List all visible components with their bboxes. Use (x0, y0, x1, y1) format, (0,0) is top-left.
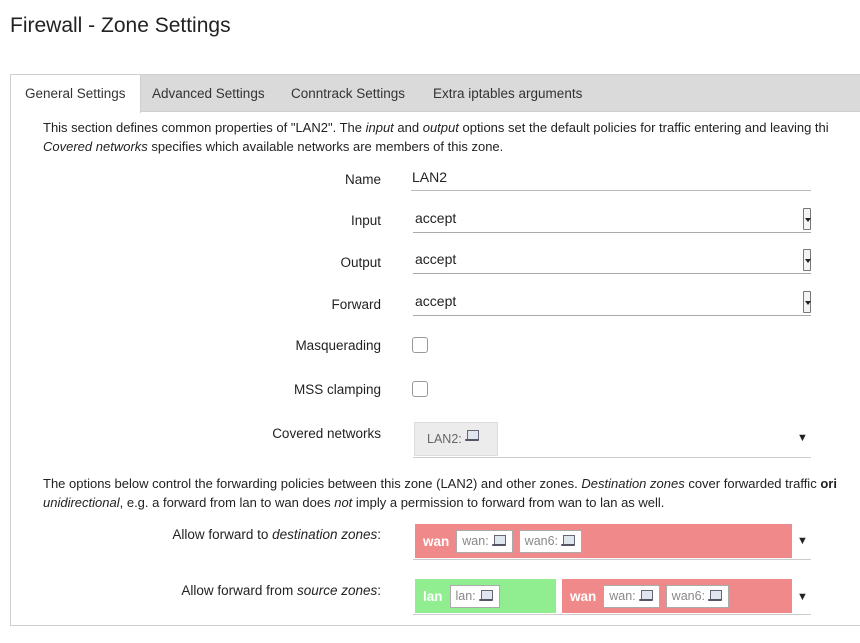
network-chip-label: wan: (462, 533, 489, 548)
zone-name: lan (423, 588, 443, 604)
source-zones-underline (413, 614, 811, 615)
name-label: Name (344, 172, 381, 187)
source-zones-dropdown-icon[interactable]: ▼ (797, 591, 808, 603)
input-policy-value: accept (415, 210, 457, 226)
tab-conntrack-settings[interactable]: Conntrack Settings (277, 75, 419, 113)
tab-general-settings[interactable]: General Settings (11, 75, 141, 113)
covered-network-chip[interactable]: LAN2: (414, 422, 498, 456)
dest-zones-field[interactable]: wan wan: wan6: (415, 524, 811, 558)
network-icon (464, 429, 480, 443)
mss-clamping-checkbox[interactable] (412, 381, 428, 397)
zone-name: wan (570, 588, 597, 604)
zone-badge-wan[interactable]: wan wan: wan6: (415, 524, 792, 558)
desc-em-unidirectional: unidirectional (43, 495, 120, 510)
source-zones-field[interactable]: lan lan: wan wan: wan6: (415, 579, 811, 613)
source-zones-label-colon: : (377, 583, 381, 598)
general-description: This section defines common properties o… (43, 118, 860, 156)
desc-em-input: input (365, 120, 394, 135)
tab-extra-iptables-arguments[interactable]: Extra iptables arguments (419, 75, 596, 113)
covered-networks-dropdown-icon[interactable]: ▼ (797, 432, 808, 444)
network-chip-wan6: wan6: (665, 584, 730, 608)
dest-zones-label-em: destination zones (272, 527, 378, 542)
select-arrow-icon (803, 291, 811, 313)
tab-advanced-settings[interactable]: Advanced Settings (138, 75, 279, 113)
page-title: Firewall - Zone Settings (10, 14, 231, 37)
desc-em-output: output (422, 120, 459, 135)
zone-settings-panel: General Settings Advanced Settings Connt… (10, 74, 860, 626)
dest-zones-dropdown-icon[interactable]: ▼ (797, 535, 808, 547)
network-chip-lan: lan: (449, 584, 500, 608)
desc-text: and (393, 120, 423, 135)
masquerading-label: Masquerading (295, 338, 381, 353)
network-icon (491, 534, 507, 548)
desc-text: specifies which available networks are m… (147, 139, 504, 154)
forward-policy-select[interactable]: accept (413, 288, 811, 316)
network-chip-wan6: wan6: (518, 529, 583, 553)
dest-zones-label-text: Allow forward to (172, 527, 273, 542)
desc-text: This section defines common properties o… (43, 120, 366, 135)
name-input[interactable]: LAN2 (411, 165, 811, 191)
covered-network-chip-label: LAN2: (427, 432, 462, 446)
desc-text: imply a permission to forward from wan t… (352, 495, 665, 510)
mss-clamping-label: MSS clamping (293, 382, 381, 397)
covered-networks-underline (413, 457, 811, 458)
dest-zones-underline (413, 559, 811, 560)
source-zones-label-text: Allow forward from (181, 583, 297, 598)
desc-em-destination-zones: Destination zones (581, 476, 685, 491)
forwarding-description: The options below control the forwarding… (43, 474, 860, 512)
network-chip-label: wan6: (671, 588, 706, 603)
input-policy-label: Input (350, 213, 381, 228)
desc-text: cover forwarded traffic (684, 476, 821, 491)
input-policy-select[interactable]: accept (413, 205, 811, 233)
covered-networks-label: Covered networks (272, 426, 381, 441)
zone-badge-wan[interactable]: wan wan: wan6: (562, 579, 792, 613)
forward-policy-label: Forward (331, 297, 381, 312)
dest-zones-label: Allow forward to destination zones: (11, 527, 381, 542)
network-chip-label: lan: (455, 588, 476, 603)
output-policy-label: Output (340, 255, 381, 270)
select-arrow-icon (803, 208, 811, 230)
output-policy-value: accept (415, 251, 457, 267)
desc-em-not: not (334, 495, 353, 510)
select-arrow-icon (803, 249, 811, 271)
desc-em-covered-networks: Covered networks (43, 139, 148, 154)
desc-text: The options below control the forwarding… (43, 476, 582, 491)
masquerading-checkbox[interactable] (412, 337, 428, 353)
desc-text: , e.g. a forward from lan to wan does (119, 495, 335, 510)
network-icon (478, 589, 494, 603)
network-icon (561, 534, 576, 548)
tab-bar: General Settings Advanced Settings Connt… (11, 74, 860, 113)
source-zones-label: Allow forward from source zones: (11, 583, 381, 598)
forward-policy-value: accept (415, 293, 457, 309)
network-icon (638, 589, 654, 603)
network-chip-label: wan6: (524, 533, 559, 548)
network-chip-label: wan: (609, 588, 636, 603)
desc-text: options set the default policies for tra… (458, 120, 829, 135)
network-icon (708, 589, 723, 603)
desc-bold: ori (820, 476, 837, 491)
zone-badge-lan[interactable]: lan lan: (415, 579, 556, 613)
zone-name: wan (423, 533, 450, 549)
source-zones-label-em: source zones (296, 583, 378, 598)
network-chip-wan: wan: (603, 584, 660, 608)
network-chip-wan: wan: (456, 529, 513, 553)
output-policy-select[interactable]: accept (413, 246, 811, 274)
dest-zones-label-colon: : (377, 527, 381, 542)
